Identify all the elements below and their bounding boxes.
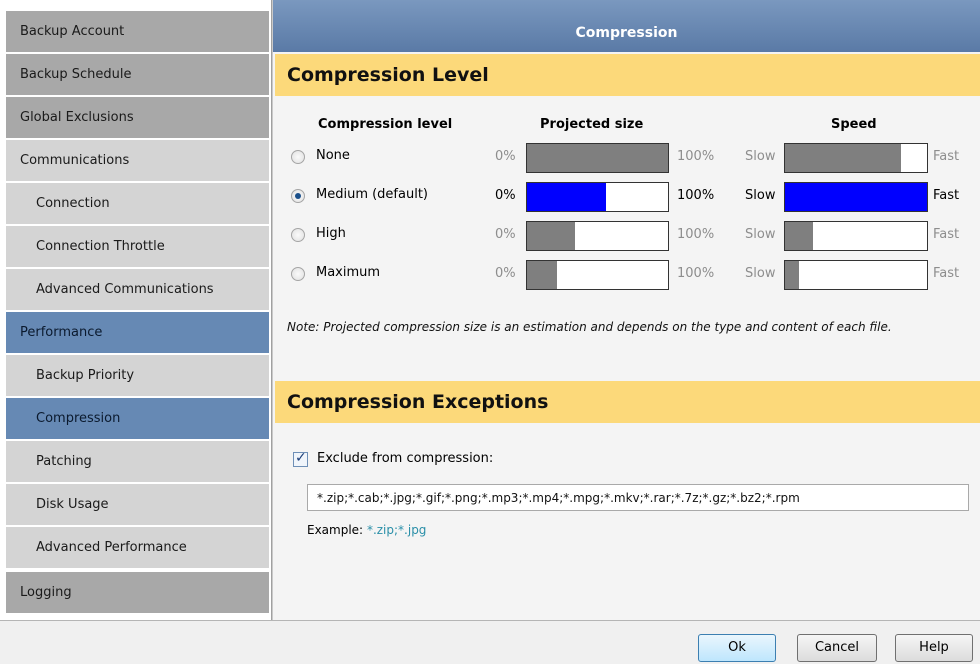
- projected-size-fill: [527, 144, 668, 172]
- sidebar-item-connection-throttle[interactable]: Connection Throttle: [6, 226, 269, 268]
- speed-max-label: Fast: [933, 227, 960, 242]
- sidebar-item-label: Communications: [20, 153, 130, 168]
- exceptions-input[interactable]: [307, 484, 969, 511]
- sidebar-item-backup-priority[interactable]: Backup Priority: [6, 355, 269, 397]
- compression-level-radio[interactable]: [291, 228, 305, 242]
- sidebar-item-label: Backup Schedule: [20, 67, 132, 82]
- speed-max-label: Fast: [933, 188, 960, 203]
- sidebar-item-advanced-communications[interactable]: Advanced Communications: [6, 269, 269, 311]
- sidebar-item-communications[interactable]: Communications: [6, 140, 269, 182]
- example-text: Example: *.zip;*.jpg: [307, 523, 426, 537]
- projected-size-bar: [526, 143, 669, 173]
- footer: Ok Cancel Help: [0, 620, 980, 664]
- sidebar-item-label: Advanced Communications: [36, 282, 214, 297]
- projected-size-bar: [526, 260, 669, 290]
- ok-button[interactable]: Ok: [698, 634, 776, 662]
- speed-max-label: Fast: [933, 266, 960, 281]
- sidebar-item-disk-usage[interactable]: Disk Usage: [6, 484, 269, 526]
- sidebar-item-label: Global Exclusions: [20, 110, 134, 125]
- column-header-size: Projected size: [540, 117, 644, 132]
- example-value: *.zip;*.jpg: [366, 523, 427, 537]
- projected-size-bar: [526, 182, 669, 212]
- speed-max-label: Fast: [933, 149, 960, 164]
- size-min-label: 0%: [495, 149, 516, 164]
- compression-option-row: None 0% 100% Slow Fast: [273, 142, 980, 173]
- speed-bar: [784, 143, 928, 173]
- compression-option-row: High 0% 100% Slow Fast: [273, 220, 980, 251]
- speed-bar: [784, 182, 928, 212]
- help-button[interactable]: Help: [895, 634, 973, 662]
- speed-fill: [785, 183, 927, 211]
- sidebar-item-label: Patching: [36, 454, 92, 469]
- sidebar-item-logging[interactable]: Logging: [6, 572, 269, 614]
- sidebar-item-label: Advanced Performance: [36, 540, 187, 555]
- compression-level-label: Maximum: [316, 265, 381, 280]
- speed-min-label: Slow: [745, 188, 776, 203]
- section-heading-compression-exceptions: Compression Exceptions: [275, 381, 980, 423]
- sidebar-item-label: Connection Throttle: [36, 239, 165, 254]
- compression-level-radio[interactable]: [291, 189, 305, 203]
- sidebar-item-patching[interactable]: Patching: [6, 441, 269, 483]
- speed-bar: [784, 221, 928, 251]
- speed-fill: [785, 222, 814, 250]
- projected-size-bar: [526, 221, 669, 251]
- column-header-level: Compression level: [318, 117, 453, 132]
- speed-fill: [785, 261, 800, 289]
- sidebar-item-performance[interactable]: Performance: [6, 312, 269, 354]
- sidebar-item-connection[interactable]: Connection: [6, 183, 269, 225]
- speed-min-label: Slow: [745, 149, 776, 164]
- speed-fill: [785, 144, 902, 172]
- size-max-label: 100%: [677, 266, 715, 281]
- compression-level-radio[interactable]: [291, 267, 305, 281]
- sidebar-item-advanced-performance[interactable]: Advanced Performance: [6, 527, 269, 569]
- sidebar-item-global-exclusions[interactable]: Global Exclusions: [6, 97, 269, 139]
- sidebar-item-backup-schedule[interactable]: Backup Schedule: [6, 54, 269, 96]
- size-min-label: 0%: [495, 227, 516, 242]
- compression-level-label: None: [316, 148, 350, 163]
- compression-level-label: Medium (default): [316, 187, 428, 202]
- exclude-checkbox[interactable]: [293, 450, 308, 467]
- size-max-label: 100%: [677, 188, 715, 203]
- column-header-speed: Speed: [831, 117, 877, 132]
- size-min-label: 0%: [495, 188, 516, 203]
- sidebar-item-label: Backup Account: [20, 24, 125, 39]
- sidebar-item-backup-account[interactable]: Backup Account: [6, 11, 269, 53]
- cancel-button[interactable]: Cancel: [797, 634, 877, 662]
- size-max-label: 100%: [677, 227, 715, 242]
- size-max-label: 100%: [677, 149, 715, 164]
- sidebar-item-label: Disk Usage: [36, 497, 109, 512]
- sidebar-item-label: Connection: [36, 196, 110, 211]
- compression-level-radio[interactable]: [291, 150, 305, 164]
- speed-min-label: Slow: [745, 227, 776, 242]
- section-heading-compression-level: Compression Level: [275, 54, 980, 96]
- sidebar-item-compression[interactable]: Compression: [6, 398, 269, 440]
- speed-bar: [784, 260, 928, 290]
- speed-min-label: Slow: [745, 266, 776, 281]
- exclude-label: Exclude from compression:: [317, 451, 494, 466]
- sidebar-item-label: Backup Priority: [36, 368, 135, 383]
- compression-option-row: Medium (default) 0% 100% Slow Fast: [273, 181, 980, 212]
- sidebar-item-label: Performance: [20, 325, 103, 340]
- size-min-label: 0%: [495, 266, 516, 281]
- projected-size-fill: [527, 222, 575, 250]
- projected-size-fill: [527, 183, 606, 211]
- compression-option-row: Maximum 0% 100% Slow Fast: [273, 259, 980, 290]
- sidebar: Backup Account Backup Schedule Global Ex…: [0, 0, 272, 620]
- example-label: Example:: [307, 523, 364, 537]
- sidebar-item-label: Compression: [36, 411, 121, 426]
- panel-title: Compression: [273, 0, 980, 52]
- sidebar-item-label: Logging: [20, 585, 72, 600]
- compression-level-label: High: [316, 226, 346, 241]
- compression-note: Note: Projected compression size is an e…: [287, 320, 892, 334]
- projected-size-fill: [527, 261, 557, 289]
- main-panel: Compression Compression Level Compressio…: [273, 0, 980, 620]
